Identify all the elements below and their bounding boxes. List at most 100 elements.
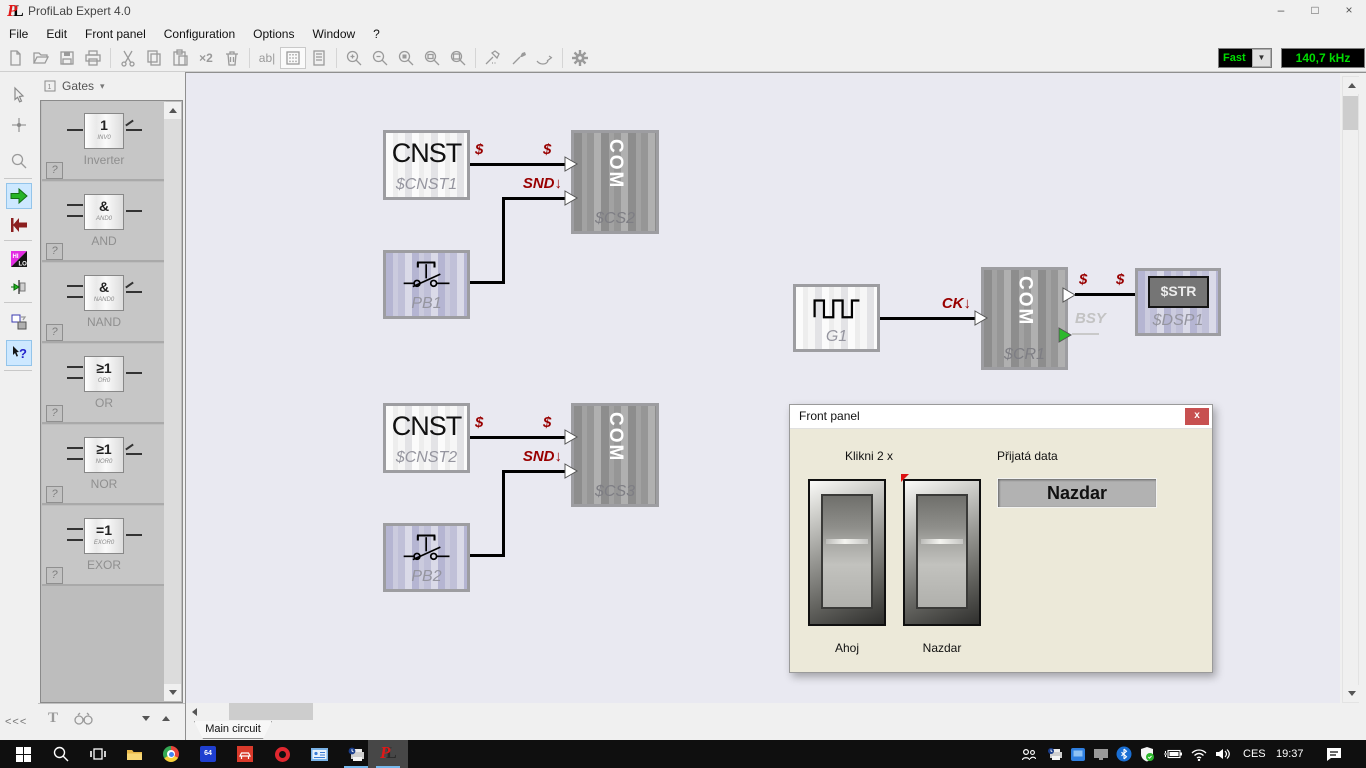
defender-shield-icon[interactable] bbox=[1134, 740, 1160, 768]
taskbar-profilab-active[interactable]: L P bbox=[368, 740, 408, 768]
minimize-button[interactable]: – bbox=[1264, 0, 1298, 22]
run-simulation-icon[interactable] bbox=[6, 183, 32, 209]
palette-item-or[interactable]: ≥1 OR0 OR ? bbox=[42, 344, 166, 424]
menu-edit[interactable]: Edit bbox=[37, 24, 76, 44]
help-button[interactable]: ? bbox=[46, 405, 63, 422]
menu-configuration[interactable]: Configuration bbox=[155, 24, 244, 44]
help-button[interactable]: ? bbox=[46, 567, 63, 584]
save-icon[interactable] bbox=[54, 47, 80, 69]
front-panel-window[interactable]: Front panel x Klikni 2 x Přijatá data Na… bbox=[789, 404, 1213, 673]
palette-item-nor[interactable]: ≥1 NOR0 NOR ? bbox=[42, 425, 166, 505]
collapse-palette-button[interactable]: <<< bbox=[5, 716, 27, 728]
search-icon[interactable] bbox=[46, 740, 76, 768]
datasheet-icon[interactable] bbox=[306, 47, 332, 69]
palette-item-exor[interactable]: =1 EXOR0 EXOR ? bbox=[42, 506, 166, 586]
vertical-scrollbar[interactable] bbox=[1342, 76, 1359, 703]
close-button[interactable]: × bbox=[1332, 0, 1366, 22]
vertical-scroll-thumb[interactable] bbox=[1343, 96, 1358, 130]
palette-header[interactable]: 1 Gates ▾ bbox=[38, 72, 185, 100]
scroll-down-icon[interactable] bbox=[164, 684, 181, 701]
file-explorer-icon[interactable] bbox=[119, 740, 149, 768]
scroll-up-icon[interactable] bbox=[1343, 77, 1360, 94]
text-label-icon[interactable]: ab| bbox=[254, 47, 280, 69]
palette-item-inverter[interactable]: 1 INV0 Inverter ? bbox=[42, 101, 166, 181]
help-button[interactable]: ? bbox=[46, 162, 63, 179]
scroll-down-icon[interactable] bbox=[1343, 685, 1360, 702]
zoom-tool-icon[interactable] bbox=[6, 148, 32, 174]
block-cs2[interactable]: COM $CS2 bbox=[571, 130, 659, 234]
block-dsp1[interactable]: $STR $DSP1 bbox=[1135, 268, 1221, 336]
search-component-icon[interactable] bbox=[74, 712, 94, 728]
start-button[interactable] bbox=[8, 740, 38, 768]
speed-dropdown-icon[interactable]: ▼ bbox=[1252, 49, 1271, 67]
settings-gear-icon[interactable] bbox=[567, 47, 593, 69]
block-g1[interactable]: G1 bbox=[793, 284, 880, 352]
palette-scrollbar[interactable] bbox=[164, 102, 181, 701]
block-cs3[interactable]: COM $CS3 bbox=[571, 403, 659, 507]
context-help-icon[interactable]: ? bbox=[6, 340, 32, 366]
scroll-left-icon[interactable] bbox=[186, 703, 203, 720]
zoom-fit-icon[interactable] bbox=[445, 47, 471, 69]
zoom-selection-icon[interactable] bbox=[393, 47, 419, 69]
circuit-canvas[interactable]: CNST $CNST1 COM $CS2 PB1 $ $ SND↓ CNST $… bbox=[185, 72, 1366, 740]
palette-dropdown-icon[interactable]: ▾ bbox=[100, 81, 105, 92]
tab-main-circuit[interactable]: Main circuit bbox=[194, 721, 272, 739]
floppy64-app-icon[interactable]: 64 bbox=[193, 740, 223, 768]
help-button[interactable]: ? bbox=[46, 486, 63, 503]
people-icon[interactable] bbox=[1016, 740, 1042, 768]
volume-icon[interactable] bbox=[1210, 740, 1236, 768]
block-pb2[interactable]: PB2 bbox=[383, 523, 470, 592]
delete-icon[interactable] bbox=[219, 47, 245, 69]
stop-simulation-icon[interactable] bbox=[6, 212, 32, 238]
wifi-icon[interactable] bbox=[1186, 740, 1212, 768]
palette-item-nand[interactable]: & NAND0 NAND ? bbox=[42, 263, 166, 343]
move-down-icon[interactable] bbox=[142, 716, 150, 721]
menu-help[interactable]: ? bbox=[364, 24, 389, 44]
battery-icon[interactable] bbox=[1158, 740, 1186, 768]
menu-options[interactable]: Options bbox=[244, 24, 303, 44]
red-app-icon[interactable] bbox=[230, 740, 260, 768]
move-up-icon[interactable] bbox=[162, 716, 170, 721]
logic-levels-icon[interactable]: HILO bbox=[6, 246, 32, 272]
maximize-button[interactable]: □ bbox=[1298, 0, 1332, 22]
menu-front-panel[interactable]: Front panel bbox=[76, 24, 155, 44]
wire-crosshair-icon[interactable] bbox=[6, 112, 32, 138]
probe-icon[interactable] bbox=[532, 47, 558, 69]
action-center-icon[interactable] bbox=[1320, 740, 1348, 768]
build-icon[interactable] bbox=[480, 47, 506, 69]
zoom-out-icon[interactable] bbox=[367, 47, 393, 69]
horizontal-scrollbar[interactable] bbox=[186, 703, 1336, 720]
zoom-in-icon[interactable] bbox=[341, 47, 367, 69]
print-icon[interactable] bbox=[80, 47, 106, 69]
grid-toggle-icon[interactable] bbox=[280, 47, 306, 69]
text-tool-button[interactable]: T bbox=[48, 710, 58, 727]
help-button[interactable]: ? bbox=[46, 243, 63, 260]
copy-icon[interactable] bbox=[141, 47, 167, 69]
connector-pin-icon[interactable] bbox=[6, 274, 32, 300]
duplicate-icon[interactable]: ×2 bbox=[193, 47, 219, 69]
open-file-icon[interactable] bbox=[28, 47, 54, 69]
language-indicator[interactable]: CES bbox=[1243, 748, 1266, 760]
block-cnst1[interactable]: CNST $CNST1 bbox=[383, 130, 470, 200]
zoom-region-icon[interactable] bbox=[419, 47, 445, 69]
menu-window[interactable]: Window bbox=[303, 24, 364, 44]
select-cursor-icon[interactable] bbox=[6, 82, 32, 108]
help-button[interactable]: ? bbox=[46, 324, 63, 341]
task-view-icon[interactable] bbox=[83, 740, 113, 768]
cut-icon[interactable] bbox=[115, 47, 141, 69]
paste-icon[interactable] bbox=[167, 47, 193, 69]
block-cnst2[interactable]: CNST $CNST2 bbox=[383, 403, 470, 473]
horizontal-scroll-thumb[interactable] bbox=[229, 703, 313, 720]
print-spooler-app-icon[interactable] bbox=[341, 740, 371, 768]
switch-ahoj[interactable] bbox=[808, 479, 886, 626]
front-panel-titlebar[interactable]: Front panel bbox=[790, 405, 1212, 429]
menu-file[interactable]: File bbox=[0, 24, 37, 44]
block-cr1[interactable]: COM $CR1 bbox=[981, 267, 1068, 370]
bring-to-front-icon[interactable] bbox=[6, 309, 32, 335]
palette-item-and[interactable]: & AND0 AND ? bbox=[42, 182, 166, 262]
front-panel-close-button[interactable]: x bbox=[1185, 408, 1209, 425]
contact-card-app-icon[interactable] bbox=[304, 740, 334, 768]
tools-icon[interactable] bbox=[506, 47, 532, 69]
chrome-icon[interactable] bbox=[156, 740, 186, 768]
scroll-up-icon[interactable] bbox=[164, 102, 181, 119]
